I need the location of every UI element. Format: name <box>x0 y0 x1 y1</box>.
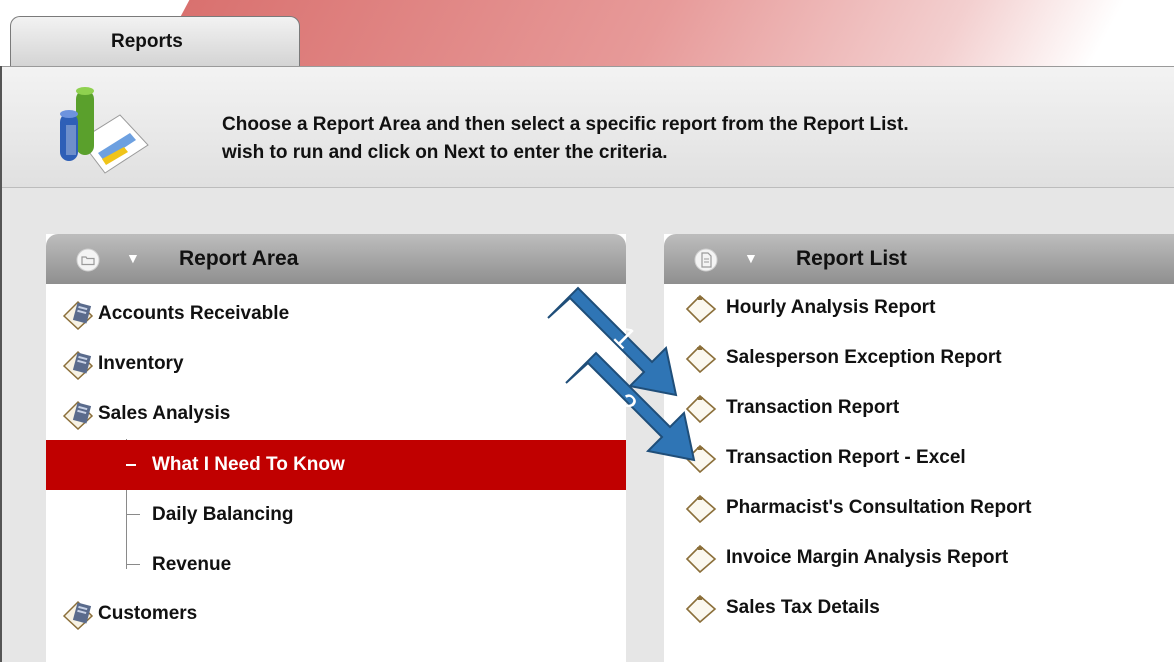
instructions-header: Choose a Report Area and then select a s… <box>2 66 1174 188</box>
sub-item-daily-balancing[interactable]: Daily Balancing <box>46 490 626 540</box>
sub-item-label: What I Need To Know <box>152 454 345 475</box>
report-clipboard-icon <box>685 444 717 474</box>
report-list-item[interactable]: Sales Tax Details <box>684 588 880 628</box>
report-clipboard-icon <box>685 544 717 574</box>
clipboard-report-icon <box>62 300 94 330</box>
clipboard-report-icon <box>62 400 94 430</box>
collapse-chevron-icon[interactable]: ▼ <box>126 250 140 266</box>
instructions-line-2: wish to run and click on Next to enter t… <box>222 142 668 163</box>
report-list-item-label: Salesperson Exception Report <box>726 347 1002 368</box>
report-clipboard-icon <box>685 494 717 524</box>
report-list-item-label: Sales Tax Details <box>726 597 880 618</box>
report-clipboard-icon <box>685 294 717 324</box>
report-area-panel: ▼ Report Area Accounts Receivable Invent… <box>46 234 626 662</box>
area-item-label: Sales Analysis <box>98 403 231 424</box>
folder-icon <box>76 248 100 272</box>
tab-bar: Reports <box>0 0 1174 66</box>
instructions-line-1: Choose a Report Area and then select a s… <box>222 114 909 135</box>
report-list-header: ▼ Report List <box>664 234 1174 284</box>
report-area-header: ▼ Report Area <box>46 234 626 284</box>
area-item-label: Inventory <box>98 353 184 374</box>
report-list-item[interactable]: Pharmacist's Consultation Report <box>684 488 1031 528</box>
report-list-item[interactable]: Invoice Margin Analysis Report <box>684 538 1008 578</box>
report-list-panel: ▼ Report List Hourly Analysis Report Sale… <box>664 234 1174 662</box>
area-item-label: Customers <box>98 603 198 624</box>
reports-chart-icon <box>60 87 149 174</box>
sub-item-label: Daily Balancing <box>152 504 294 525</box>
sub-item-what-i-need-to-know[interactable]: What I Need To Know <box>46 440 626 490</box>
report-list-item[interactable]: Hourly Analysis Report <box>684 288 935 328</box>
report-area-title: Report Area <box>179 247 299 270</box>
tree-branch <box>126 464 136 466</box>
clipboard-report-icon <box>62 350 94 380</box>
clipboard-report-icon <box>62 600 94 630</box>
report-clipboard-icon <box>685 344 717 374</box>
area-item-label: Accounts Receivable <box>98 303 290 324</box>
report-list-item-label: Hourly Analysis Report <box>726 297 936 318</box>
report-clipboard-icon <box>685 394 717 424</box>
report-list-item-label: Transaction Report - Excel <box>726 447 966 468</box>
area-item-customers[interactable]: Customers <box>60 594 197 634</box>
sub-item-label: Revenue <box>152 554 232 575</box>
area-item-accounts-receivable[interactable]: Accounts Receivable <box>60 294 289 334</box>
report-clipboard-icon <box>685 594 717 624</box>
tab-reports[interactable]: Reports <box>10 16 300 66</box>
sub-item-revenue[interactable]: Revenue <box>46 540 626 590</box>
tab-reports-label: Reports <box>111 31 183 52</box>
report-list-title: Report List <box>796 247 907 270</box>
document-icon <box>694 248 718 272</box>
report-list-item[interactable]: Transaction Report <box>684 388 899 428</box>
report-list-item[interactable]: Transaction Report - Excel <box>684 438 966 478</box>
tree-branch <box>126 514 140 515</box>
area-item-inventory[interactable]: Inventory <box>60 344 184 384</box>
instructions-text: Choose a Report Area and then select a s… <box>222 111 909 167</box>
area-item-sales-analysis[interactable]: Sales Analysis <box>60 394 230 434</box>
report-list-item-label: Transaction Report <box>726 397 900 418</box>
collapse-chevron-icon[interactable]: ▼ <box>744 250 758 266</box>
report-list-item-label: Invoice Margin Analysis Report <box>726 547 1009 568</box>
report-list-item-label: Pharmacist's Consultation Report <box>726 497 1032 518</box>
tree-branch <box>126 564 140 565</box>
report-list-item[interactable]: Salesperson Exception Report <box>684 338 1002 378</box>
